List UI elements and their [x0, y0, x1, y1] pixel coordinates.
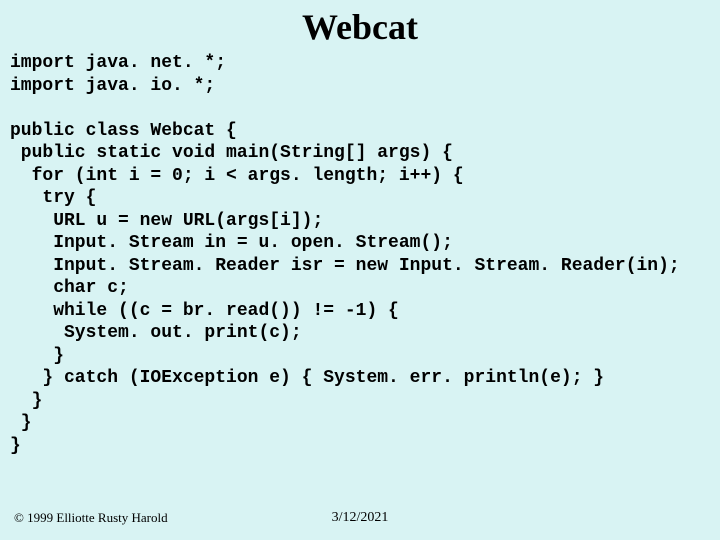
slide: Webcat import java. net. *; import java.…: [0, 0, 720, 540]
slide-title: Webcat: [0, 0, 720, 52]
footer-date: 3/12/2021: [0, 510, 720, 526]
code-block: import java. net. *; import java. io. *;…: [0, 52, 720, 457]
